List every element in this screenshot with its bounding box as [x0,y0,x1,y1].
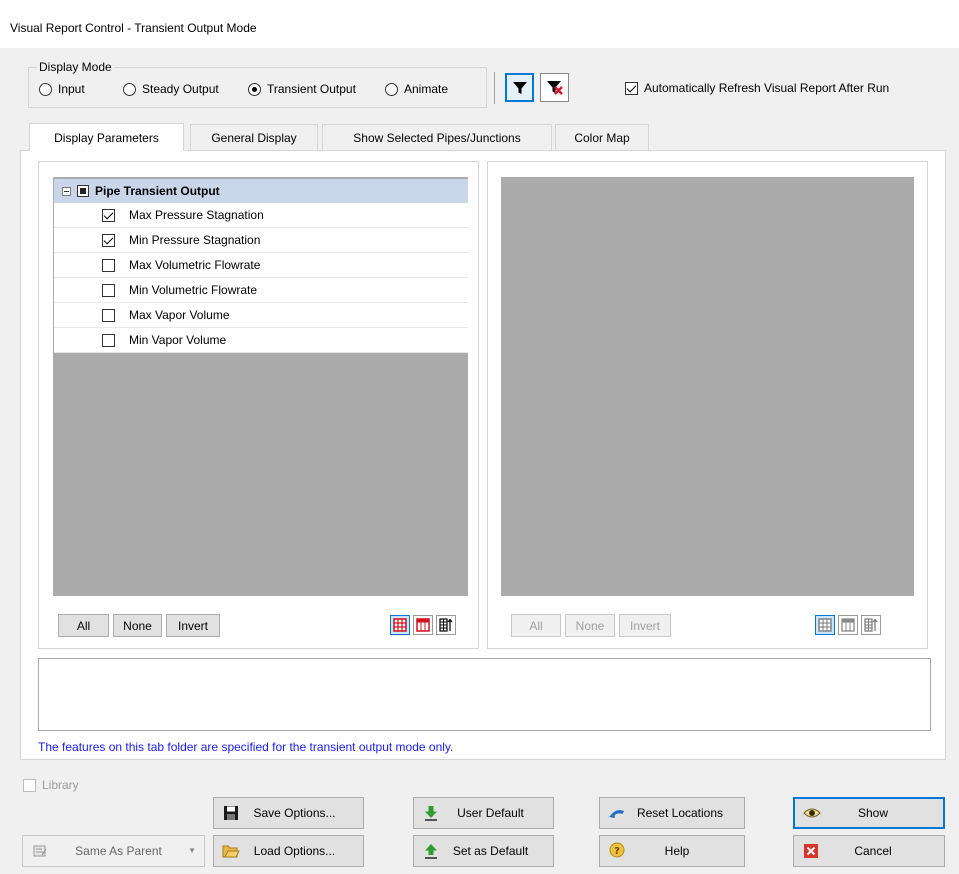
save-options-button[interactable]: Save Options... [213,797,364,829]
toolbar-separator [494,72,495,104]
filter-button[interactable] [505,73,534,102]
tree-group-header[interactable]: Pipe Transient Output [54,179,468,203]
filter-icon [512,81,527,94]
list-item[interactable]: Max Volumetric Flowrate [54,253,468,278]
undo-arrow-icon [608,804,626,822]
tree-items: Max Pressure Stagnation Min Pressure Sta… [54,203,468,353]
description-box [38,658,931,731]
tab-general-display[interactable]: General Display [190,124,318,150]
right-select-none-button[interactable]: None [565,614,615,637]
list-item[interactable]: Min Volumetric Flowrate [54,278,468,303]
sort-columns-icon [864,618,878,632]
group-checkbox[interactable] [77,185,89,197]
item-checkbox[interactable] [102,283,115,297]
table-grid-icon [393,618,407,632]
item-label: Max Volumetric Flowrate [129,258,261,272]
item-checkbox[interactable] [102,333,115,347]
arrow-down-icon [422,804,440,822]
library-label: Library [42,778,79,792]
select-none-button[interactable]: None [113,614,162,637]
mode-steady-label: Steady Output [142,82,219,96]
radio-animate[interactable] [385,82,398,96]
mode-option-transient-output[interactable]: Transient Output [248,82,356,96]
list-item[interactable]: Max Pressure Stagnation [54,203,468,228]
collapse-icon[interactable] [62,186,71,196]
sort-columns-icon [439,618,453,632]
table-grid-icon [818,618,832,632]
item-checkbox[interactable] [102,208,115,222]
display-mode-label: Display Mode [37,60,114,74]
sort-columns-button[interactable] [436,615,456,635]
close-icon [802,842,820,860]
mode-option-input[interactable]: Input [39,82,85,96]
tab-show-selected[interactable]: Show Selected Pipes/Junctions [322,124,552,150]
same-as-parent-dropdown[interactable]: Same As Parent ▼ [22,835,205,867]
load-options-button[interactable]: Load Options... [213,835,364,867]
item-label: Min Pressure Stagnation [129,233,261,247]
right-list-area [501,177,914,596]
tab-display-parameters[interactable]: Display Parameters [29,123,184,151]
right-select-all-button[interactable]: All [511,614,561,637]
mode-option-steady-output[interactable]: Steady Output [123,82,219,96]
help-icon: ? [608,842,626,860]
arrow-up-icon [422,842,440,860]
item-checkbox[interactable] [102,233,115,247]
list-item[interactable]: Max Vapor Volume [54,303,468,328]
save-icon [222,804,240,822]
radio-transient-output[interactable] [248,82,261,96]
right-table-view-button[interactable] [815,615,835,635]
table-header-icon [841,618,855,632]
reset-locations-button[interactable]: Reset Locations [599,797,745,829]
mode-input-label: Input [58,82,85,96]
list-item[interactable]: Min Pressure Stagnation [54,228,468,253]
clear-filter-icon [546,80,563,95]
clear-filter-button[interactable] [540,73,569,102]
table-header-button[interactable] [413,615,433,635]
chevron-down-icon: ▼ [188,846,196,855]
set-as-default-button[interactable]: Set as Default [413,835,554,867]
select-all-button[interactable]: All [58,614,109,637]
item-label: Min Volumetric Flowrate [129,283,258,297]
right-invert-selection-button[interactable]: Invert [619,614,671,637]
radio-input[interactable] [39,82,52,96]
transient-mode-note: The features on this tab folder are spec… [38,740,454,754]
invert-selection-button[interactable]: Invert [166,614,220,637]
tab-color-map[interactable]: Color Map [555,124,649,150]
folder-open-icon [222,842,240,860]
table-header-icon [416,618,430,632]
auto-refresh-checkbox[interactable] [625,81,638,95]
item-label: Min Vapor Volume [129,333,227,347]
item-label: Max Vapor Volume [129,308,230,322]
user-default-button[interactable]: User Default [413,797,554,829]
cancel-button[interactable]: Cancel [793,835,945,867]
title-bar: Visual Report Control - Transient Output… [0,0,959,48]
list-item[interactable]: Min Vapor Volume [54,328,468,353]
show-button[interactable]: Show [793,797,945,829]
window-title: Visual Report Control - Transient Output… [10,21,257,35]
eye-icon [803,804,821,822]
mode-transient-label: Transient Output [267,82,356,96]
right-sort-columns-button[interactable] [861,615,881,635]
library-checkbox[interactable] [23,778,36,792]
library-option[interactable]: Library [23,778,79,792]
note-icon [31,842,49,860]
radio-steady-output[interactable] [123,82,136,96]
auto-refresh-label: Automatically Refresh Visual Report Afte… [644,81,890,95]
item-checkbox[interactable] [102,258,115,272]
mode-animate-label: Animate [404,82,449,96]
right-table-header-button[interactable] [838,615,858,635]
auto-refresh-option[interactable]: Automatically Refresh Visual Report Afte… [625,81,889,95]
mode-option-animate[interactable]: Animate [385,82,448,96]
item-label: Max Pressure Stagnation [129,208,264,222]
item-checkbox[interactable] [102,308,115,322]
help-button[interactable]: ? Help [599,835,745,867]
table-view-button[interactable] [390,615,410,635]
tree-group-label: Pipe Transient Output [95,184,220,198]
svg-text:?: ? [614,846,620,857]
